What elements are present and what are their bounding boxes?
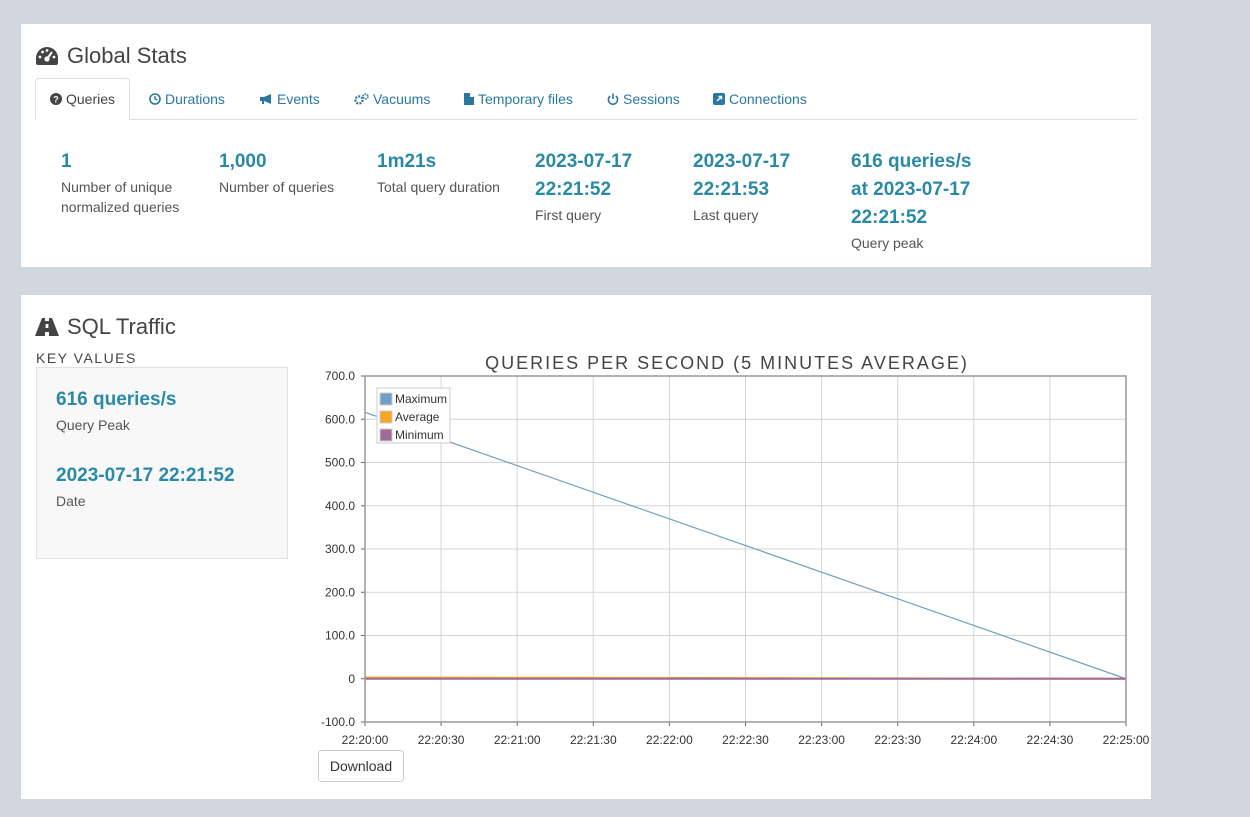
stat-value: 22:21:52 <box>535 179 612 200</box>
gears-icon <box>354 92 369 105</box>
legend-label: Minimum <box>395 428 444 442</box>
legend-swatch <box>379 392 393 406</box>
x-tick-label: 22:22:30 <box>722 733 769 747</box>
stats-tabs: ? Queries Durations Events Vacuums Tempo… <box>35 78 1137 120</box>
stat-query-peak: 616 queries/s at 2023-07-17 22:21:52 Que… <box>851 148 1001 253</box>
queries-per-second-chart: -100.0 0 100.0 200.0 300.0 400.0 500.0 600.0 700… <box>321 369 1150 747</box>
stat-first-query: 2023-07-17 22:21:52 First query <box>535 148 685 225</box>
x-tick-label: 22:25:00 <box>1103 733 1150 747</box>
stat-unique-queries: 1 Number of unique normalized queries <box>61 148 211 217</box>
stat-value: 22:21:53 <box>693 179 770 200</box>
stat-value: 2023-07-17 <box>535 151 633 172</box>
x-tick-label: 22:20:30 <box>418 733 465 747</box>
y-tick-label: 200.0 <box>325 585 355 599</box>
y-tick-label: 100.0 <box>325 629 355 643</box>
stat-value: 2023-07-17 <box>693 151 791 172</box>
external-link-icon <box>713 92 725 105</box>
tab-label: Vacuums <box>373 90 431 107</box>
legend-swatch <box>379 428 393 442</box>
x-tick-label: 22:23:30 <box>874 733 921 747</box>
clock-icon <box>149 92 161 105</box>
power-icon <box>607 93 619 105</box>
dashboard-icon <box>35 46 59 66</box>
y-tick-label: 600.0 <box>325 412 355 426</box>
svg-text:?: ? <box>53 95 59 105</box>
stat-label: Query peak <box>851 235 924 251</box>
tab-label: Connections <box>729 90 807 107</box>
tab-sessions[interactable]: Sessions <box>607 78 680 119</box>
x-tick-label: 22:20:00 <box>342 733 389 747</box>
stat-label: First query <box>535 207 602 223</box>
global-stats-title: Global Stats <box>35 43 187 69</box>
tab-connections[interactable]: Connections <box>713 78 807 119</box>
x-tick-label: 22:24:00 <box>950 733 997 747</box>
file-icon <box>464 92 474 105</box>
y-tick-label: -100.0 <box>321 715 355 729</box>
y-tick-label: 300.0 <box>325 542 355 556</box>
legend-label: Maximum <box>395 392 447 406</box>
tab-durations[interactable]: Durations <box>149 78 225 119</box>
stat-value: at 2023-07-17 <box>851 179 971 200</box>
tab-vacuums[interactable]: Vacuums <box>354 78 430 119</box>
tab-queries[interactable]: ? Queries <box>35 78 131 120</box>
bullhorn-icon <box>259 93 273 105</box>
stat-value: 1 <box>61 151 72 172</box>
tab-temporary-files[interactable]: Temporary files <box>464 78 573 119</box>
tab-label: Durations <box>165 90 225 107</box>
global-stats-panel: Global Stats ? Queries Durations Events … <box>21 24 1151 267</box>
question-circle-icon: ? <box>50 93 62 105</box>
x-tick-label: 22:23:00 <box>798 733 845 747</box>
tab-label: Events <box>277 90 320 107</box>
stat-value: 22:21:52 <box>851 207 928 228</box>
tab-label: Sessions <box>623 90 680 107</box>
stat-total-duration: 1m21s Total query duration <box>377 148 527 197</box>
global-stats-title-text: Global Stats <box>67 43 187 68</box>
legend-swatch <box>379 410 393 424</box>
legend-label: Average <box>395 410 440 424</box>
x-tick-label: 22:21:00 <box>494 733 541 747</box>
stat-last-query: 2023-07-17 22:21:53 Last query <box>693 148 843 225</box>
stat-value: 616 queries/s <box>851 151 972 172</box>
y-tick-label: 700.0 <box>325 369 355 383</box>
y-tick-label: 400.0 <box>325 499 355 513</box>
y-tick-label: 0 <box>348 672 355 686</box>
tab-events[interactable]: Events <box>259 78 320 119</box>
stat-label: Total query duration <box>377 179 500 195</box>
stat-label: Last query <box>693 207 759 223</box>
x-tick-label: 22:24:30 <box>1027 733 1074 747</box>
tab-label: Queries <box>66 91 116 107</box>
sql-traffic-panel: SQL Traffic KEY VALUES 616 queries/s Que… <box>21 295 1151 799</box>
stat-value: 1,000 <box>219 151 267 172</box>
x-tick-label: 22:22:00 <box>646 733 693 747</box>
y-tick-label: 500.0 <box>325 456 355 470</box>
stat-label: Number of queries <box>219 179 335 195</box>
x-tick-label: 22:21:30 <box>570 733 617 747</box>
stat-value: 1m21s <box>377 151 437 172</box>
stat-number-of-queries: 1,000 Number of queries <box>219 148 369 197</box>
stat-label: Number of unique normalized queries <box>61 179 180 215</box>
download-button[interactable]: Download <box>318 750 404 782</box>
tab-label: Temporary files <box>478 90 573 107</box>
